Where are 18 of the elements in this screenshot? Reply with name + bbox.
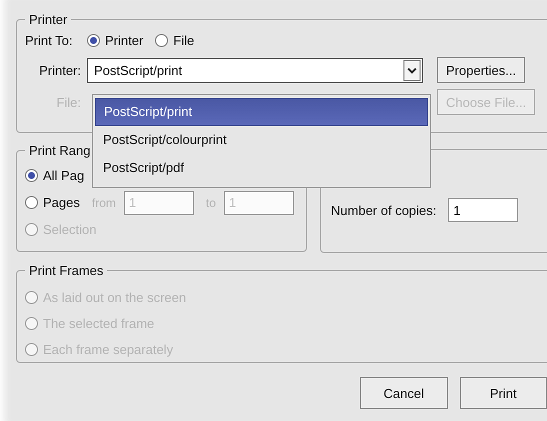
dropdown-option[interactable]: PostScript/pdf	[95, 154, 428, 182]
field-label: Number of copies:	[330, 202, 436, 218]
dialog-button[interactable]: Print	[460, 377, 547, 409]
printer-dropdown[interactable]: PostScript/print	[87, 58, 423, 82]
dropdown-option[interactable]: PostScript/print	[95, 98, 428, 126]
field-label: Printer:	[38, 62, 82, 78]
field-label: Print To:	[25, 33, 74, 48]
dialog-button[interactable]: Cancel	[360, 377, 448, 409]
radio-option[interactable]: All Pag	[25, 168, 84, 183]
radio-option[interactable]: File	[155, 33, 194, 48]
dropdown-option[interactable]: PostScript/colourprint	[95, 126, 428, 154]
radio-option[interactable]: Pages	[25, 195, 80, 210]
radio-option[interactable]: Printer	[87, 33, 144, 48]
copies-field[interactable]: 1	[448, 198, 518, 222]
group-title: Print Rang	[28, 143, 92, 158]
properties-button[interactable]: Properties...	[437, 57, 526, 83]
group-title: Print Frames	[28, 263, 104, 278]
group-title: Printer	[28, 12, 68, 27]
